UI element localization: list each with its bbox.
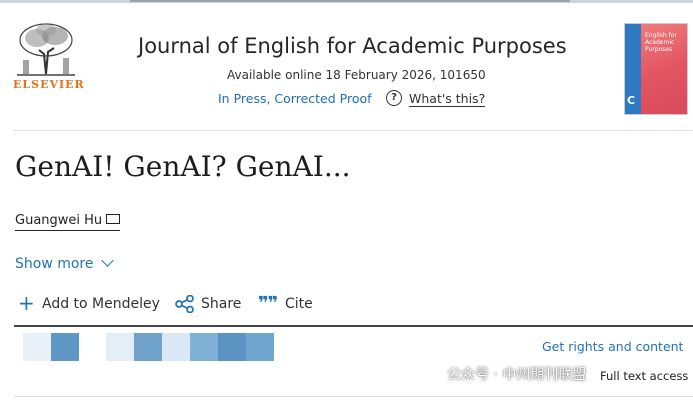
author-link[interactable]: Guangwei Hu	[15, 212, 121, 231]
add-to-mendeley-button[interactable]: Add to Mendeley	[42, 296, 160, 312]
article-title: GenAI! GenAI? GenAI...	[15, 150, 351, 183]
journal-title-link[interactable]: Journal of English for Academic Purposes	[138, 34, 567, 58]
watermark-text: 公众号 · 中州期刊联盟	[447, 367, 587, 383]
cite-button[interactable]: Cite	[285, 296, 313, 312]
bottom-divider	[14, 396, 693, 397]
availability-text: Available online 18 February 2026, 10165…	[227, 68, 486, 82]
whats-this-link[interactable]: What's this?	[409, 91, 486, 107]
publisher-name: ELSEVIER	[13, 78, 85, 91]
get-rights-link[interactable]: Get rights and content	[542, 339, 683, 354]
tile	[106, 333, 134, 361]
share-button[interactable]: Share	[201, 296, 241, 312]
plus-icon[interactable]: +	[18, 293, 35, 313]
author-name: Guangwei Hu	[15, 213, 103, 228]
tile	[162, 333, 190, 361]
in-press-link[interactable]: In Press, Corrected Proof	[218, 91, 372, 106]
tile	[218, 333, 246, 361]
mail-icon[interactable]	[106, 214, 121, 224]
cover-title: English for Academic Purposes	[645, 32, 677, 53]
cite-icon[interactable]: ❞❞	[258, 293, 278, 314]
tile	[134, 333, 162, 361]
tile	[246, 333, 274, 361]
cover-logo-icon: C	[627, 94, 636, 107]
chevron-down-icon[interactable]	[101, 254, 114, 267]
share-icon[interactable]	[175, 295, 195, 313]
browser-top-strip	[0, 0, 693, 8]
full-text-access-label: Full text access	[600, 369, 689, 383]
help-icon[interactable]: ?	[386, 90, 402, 106]
tile	[51, 333, 79, 361]
show-more-button[interactable]: Show more	[15, 256, 94, 272]
tile	[23, 333, 51, 361]
journal-cover-thumbnail[interactable]: English for Academic Purposes C	[624, 23, 688, 115]
header-divider	[14, 130, 693, 131]
tile	[190, 333, 218, 361]
toolbar-divider	[14, 325, 693, 327]
